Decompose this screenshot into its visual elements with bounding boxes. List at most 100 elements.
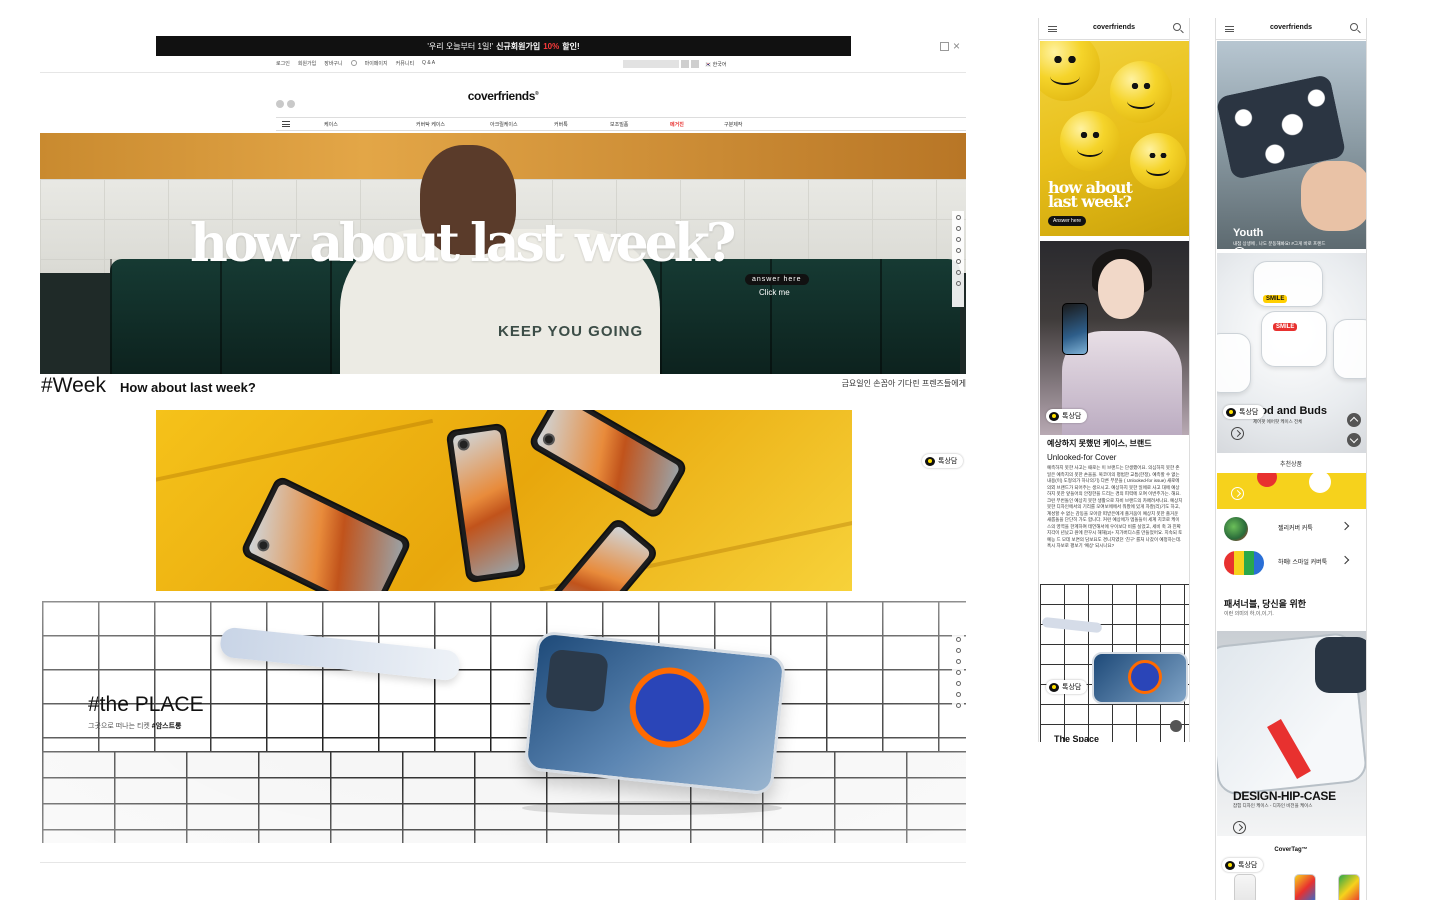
mobile-header: coverfriends [1039, 18, 1189, 40]
cart-link[interactable]: 장바구니 [324, 60, 342, 67]
section-subheading: Unlooked-for Cover [1047, 453, 1117, 462]
arrow-right-icon[interactable] [1231, 487, 1244, 500]
youth-subtitle: 내점 상생에 , 나도 분동해봐요! #그게 바로 프렌드 [1233, 241, 1326, 246]
arrow-down-icon[interactable] [955, 281, 961, 286]
mobile-header: coverfriends [1216, 18, 1366, 40]
heart-icon[interactable] [955, 670, 961, 675]
case-art [535, 410, 681, 513]
nav-item-covertalk[interactable]: 커버톡 [554, 121, 568, 128]
recommended-banner[interactable] [1217, 473, 1366, 509]
promo-banner[interactable]: '우리 오늘부터 1일!' 신규회원가입 10% 할인! [156, 36, 851, 56]
site-logo[interactable]: coverfriends [1039, 24, 1189, 31]
signup-link[interactable]: 회원가입 [298, 60, 316, 67]
site-logo[interactable]: coverfriends [1216, 24, 1366, 31]
arrow-right-icon[interactable] [1231, 427, 1244, 440]
pod-and-buds-banner[interactable]: SMILE SMILE Pod and Buds 제어팟 에어팟 케이스 전체 … [1217, 253, 1366, 453]
search-icon[interactable] [955, 215, 961, 220]
answer-here-button[interactable]: answer here [745, 274, 809, 285]
list-item[interactable]: 하매! 스마일 커버툭 [1224, 549, 1364, 577]
kakao-chat-button[interactable]: 톡상담 [922, 454, 964, 468]
product-thumbnail[interactable] [1294, 874, 1316, 900]
arrow-up-icon[interactable] [955, 270, 961, 275]
scroll-down-icon[interactable] [1347, 433, 1361, 447]
section-heading: 예상하지 못했던 케이스, 브랜드 [1047, 439, 1152, 448]
chat-icon [1226, 407, 1236, 417]
section-body: 예측하지 못한 사고는 때로는 이 브랜드는 단생했어요. 의심하지 못한 존 … [1047, 465, 1183, 548]
cart-icon[interactable] [955, 659, 961, 664]
camera-icon [1315, 637, 1366, 693]
mypage-link[interactable]: 마이페이지 [365, 60, 388, 67]
youth-title: Youth [1233, 227, 1264, 239]
login-link[interactable]: 로그인 [276, 60, 290, 67]
community-link[interactable]: 커뮤니티 [396, 60, 414, 67]
arrow-up-icon[interactable] [955, 692, 961, 697]
tiger-case-banner[interactable] [156, 410, 852, 591]
smiley-balloon [1060, 111, 1120, 171]
the-space-banner[interactable]: 톡상담 The Space [1040, 584, 1189, 742]
kakao-chat-label: 톡상담 [1238, 862, 1258, 869]
search-input[interactable] [623, 60, 679, 68]
hanbok-model-image[interactable]: 톡상담 [1040, 241, 1189, 435]
clock-icon[interactable] [955, 681, 961, 686]
language-select[interactable]: 🇰🇷 한국어 [705, 61, 726, 68]
kakao-chat-label: 톡상담 [1062, 684, 1082, 691]
phone-case [1062, 303, 1088, 355]
promo-controls: × [940, 40, 960, 52]
nav-item-magazine[interactable]: 메거진 [670, 121, 684, 128]
arrow-right-icon[interactable] [1233, 247, 1246, 249]
case-shadow [522, 801, 782, 815]
nav-item-acrylic[interactable]: 아크릴케이스 [490, 121, 518, 128]
kakao-chat-button[interactable]: 톡상담 [1223, 405, 1265, 419]
qna-link[interactable]: Q & A [422, 60, 435, 67]
click-me-link[interactable]: Click me [759, 288, 790, 297]
list-item-label: 젤리커버 커툭 [1278, 526, 1313, 532]
nav-item-case[interactable]: 케이스 [324, 121, 338, 128]
clock-icon[interactable] [955, 259, 961, 264]
close-icon[interactable]: × [953, 40, 960, 52]
search-icon[interactable] [955, 637, 961, 642]
sticker-icon [1257, 473, 1277, 487]
design-subtitle: 잡힘 디자인 케이스 - 디자인 비전을 케이스 [1233, 803, 1313, 808]
the-place-banner[interactable]: #the PLACE 그곳으로 떠나는 티켓 #암스트롱 [42, 601, 966, 843]
cart-icon[interactable] [955, 237, 961, 242]
smiley-hero[interactable]: how about last week? Answer here [1040, 41, 1189, 236]
nav-item-accessories[interactable]: 보조밀품 [610, 121, 628, 128]
scroll-up-icon[interactable] [1347, 413, 1361, 427]
nav-item-custom[interactable]: 구분제작 [724, 121, 742, 128]
list-item[interactable]: 젤리커버 커툭 [1224, 515, 1364, 543]
checkbox-icon[interactable] [940, 42, 949, 51]
arrow-down-icon[interactable] [955, 703, 961, 708]
desktop-screenshot: '우리 오늘부터 1일!' 신규회원가입 10% 할인! × 로그인 회원가입 … [40, 36, 966, 866]
kakao-chat-button[interactable]: 톡상담 [1046, 409, 1088, 423]
hero-shirt-text: KEEP YOU GOING [498, 323, 644, 340]
youth-banner[interactable]: Youth 내점 상생에 , 나도 분동해봐요! #그게 바로 프렌드 [1217, 41, 1366, 249]
nav-item-covertag-case[interactable]: 커버탁 케이스 [416, 121, 445, 128]
design-hip-case-banner[interactable]: DESIGN-HIP-CASE 잡힘 디자인 케이스 - 디자인 비전을 케이스 [1217, 631, 1366, 836]
search-icon[interactable] [1173, 23, 1181, 31]
heart-icon[interactable] [955, 248, 961, 253]
product-thumbnail [1224, 551, 1264, 575]
logo-badges [276, 100, 295, 108]
filter-icon[interactable] [691, 60, 699, 68]
answer-here-button[interactable]: Answer here [1048, 216, 1087, 226]
chevron-down-icon[interactable] [1170, 720, 1182, 732]
product-thumbnail[interactable] [1234, 874, 1256, 900]
site-logo[interactable]: coverfriends® [40, 89, 966, 103]
kakao-chat-button[interactable]: 톡상담 [1046, 680, 1088, 694]
search-icon[interactable] [1350, 23, 1358, 31]
search-icon[interactable] [681, 60, 689, 68]
product-thumbnail[interactable] [1338, 874, 1360, 900]
hero-banner[interactable]: KEEP YOU GOING how about last week? answ… [40, 133, 966, 374]
promo-suffix: 할인! [562, 41, 580, 51]
menu-icon[interactable] [282, 121, 290, 127]
logo-mark: ® [534, 91, 539, 97]
truck-icon[interactable] [955, 226, 961, 231]
kakao-chat-button[interactable]: 톡상담 [1222, 858, 1264, 872]
divider [40, 72, 966, 73]
arrow-right-icon[interactable] [1233, 821, 1246, 834]
truck-icon[interactable] [955, 648, 961, 653]
airpod-case [1217, 333, 1251, 393]
globe-sticker [1128, 660, 1162, 694]
smile-sticker: SMILE [1263, 295, 1288, 303]
fabric-fold [156, 418, 434, 486]
